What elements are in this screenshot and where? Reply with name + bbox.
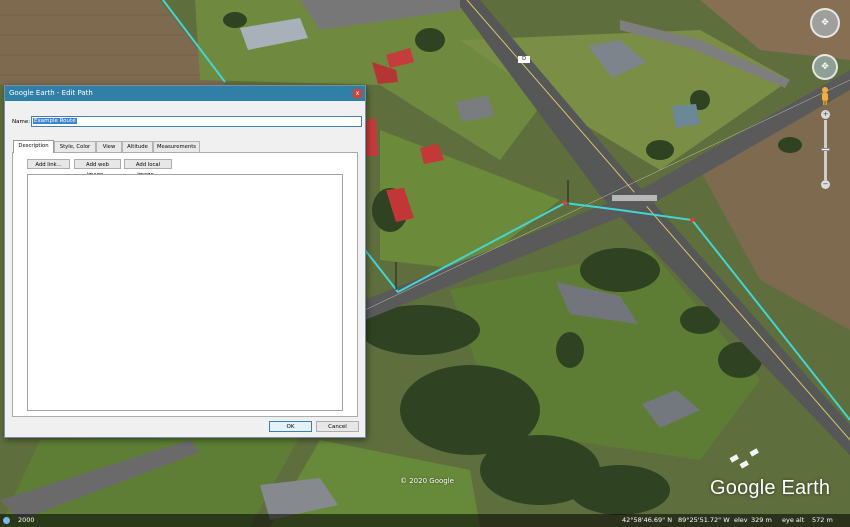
close-icon: x (355, 90, 360, 97)
tab-view[interactable]: View (96, 141, 122, 152)
imagery-year: 2000 (18, 516, 35, 524)
road-label: D (518, 56, 530, 63)
latitude-readout: 42°58'46.69" N (622, 516, 673, 524)
eye-alt-value: 572 m (812, 516, 833, 524)
edit-path-dialog: Google Earth - Edit Path x Name: Example… (4, 85, 366, 438)
tab-altitude[interactable]: Altitude (122, 141, 153, 152)
elevation-label: elev (734, 516, 748, 524)
tab-style-color[interactable]: Style, Color (54, 141, 96, 152)
name-input[interactable]: Example Route (31, 116, 362, 127)
elevation-value: 329 m (751, 516, 772, 524)
historical-imagery-icon[interactable] (3, 517, 10, 524)
add-link-button[interactable]: Add link... (27, 159, 70, 169)
name-input-value: Example Route (33, 118, 77, 124)
tab-description[interactable]: Description (13, 140, 54, 153)
move-joystick[interactable]: ✥ (812, 54, 838, 80)
description-panel: Add link... Add web image... Add local i… (12, 152, 358, 417)
zoom-thumb[interactable] (821, 148, 830, 151)
status-bar: 2000 42°58'46.69" N 89°25'51.72" W elev … (0, 514, 850, 527)
cancel-button[interactable]: Cancel (316, 421, 359, 432)
google-earth-logo: Google Earth (710, 477, 831, 499)
pegman-icon (822, 87, 828, 105)
dialog-titlebar[interactable]: Google Earth - Edit Path x (5, 86, 365, 101)
street-view-pegman[interactable] (820, 86, 830, 106)
description-textarea[interactable] (27, 174, 343, 411)
zoom-in-button[interactable]: + (821, 110, 830, 119)
dialog-title: Google Earth - Edit Path (9, 89, 93, 97)
move-joystick-icon: ✥ (821, 62, 829, 72)
close-button[interactable]: x (353, 89, 362, 98)
tab-measurements[interactable]: Measurements (153, 141, 200, 152)
ok-button[interactable]: OK (269, 421, 312, 432)
map-copyright: © 2020 Google (400, 477, 454, 485)
zoom-out-button[interactable]: − (821, 180, 830, 189)
add-local-image-button[interactable]: Add local image... (124, 159, 172, 178)
longitude-readout: 89°25'51.72" W (678, 516, 730, 524)
zoom-slider[interactable]: + − (821, 110, 830, 190)
add-web-image-button[interactable]: Add web image... (74, 159, 121, 178)
name-label: Name: (12, 119, 31, 125)
look-joystick[interactable]: ✥ (810, 8, 840, 38)
eye-alt-label: eye alt (782, 516, 805, 524)
look-joystick-icon: ✥ (821, 18, 829, 28)
